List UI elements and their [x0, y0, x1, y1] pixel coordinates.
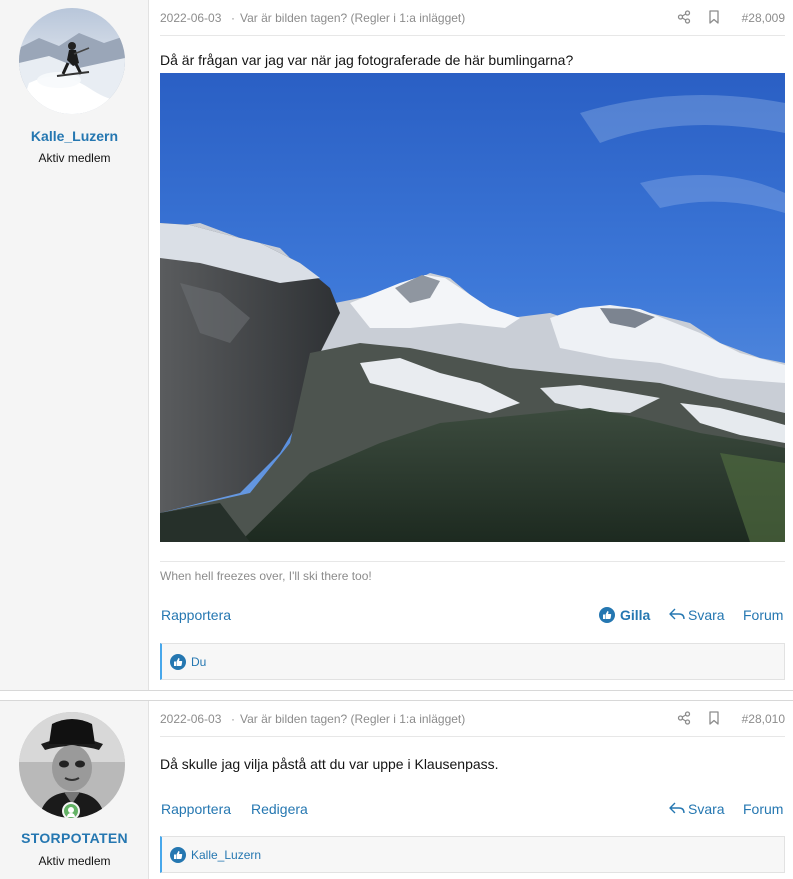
- edit-button[interactable]: Redigera: [251, 801, 308, 817]
- post-28009: Kalle_Luzern Aktiv medlem 2022-06-03 · V…: [0, 0, 793, 690]
- meta-separator: ·: [231, 11, 235, 25]
- reply-button[interactable]: Svara: [669, 801, 725, 817]
- post-body-text: Då är frågan var jag var när jag fotogra…: [160, 52, 574, 68]
- post-body-text: Då skulle jag vilja påstå att du var upp…: [160, 756, 499, 772]
- post-image-mountains[interactable]: [160, 73, 785, 542]
- like-button[interactable]: Gilla: [599, 607, 650, 623]
- online-user-icon: [62, 802, 80, 820]
- report-button[interactable]: Rapportera: [161, 607, 231, 623]
- report-button[interactable]: Rapportera: [161, 801, 231, 817]
- meta-separator: ·: [231, 712, 235, 726]
- signature-divider: [160, 561, 785, 562]
- forum-button[interactable]: Forum: [743, 607, 783, 623]
- reply-label: Svara: [688, 607, 725, 623]
- signature: When hell freezes over, I'll ski there t…: [160, 569, 372, 583]
- user-title: Aktiv medlem: [38, 151, 111, 165]
- post-date[interactable]: 2022-06-03: [160, 11, 221, 25]
- thumbs-up-icon: [599, 607, 615, 623]
- user-cell: STORPOTATEN Aktiv medlem: [0, 701, 149, 879]
- user-title: Aktiv medlem: [38, 854, 111, 868]
- reply-label: Svara: [688, 801, 725, 817]
- reactions-users-link[interactable]: Kalle_Luzern: [191, 848, 261, 862]
- bookmark-icon[interactable]: [708, 10, 720, 24]
- thumbs-up-icon: [170, 847, 186, 863]
- reply-button[interactable]: Svara: [669, 607, 725, 623]
- post-28010: STORPOTATEN Aktiv medlem 2022-06-03 · Va…: [0, 700, 793, 879]
- post-number[interactable]: #28,010: [742, 712, 785, 726]
- like-label: Gilla: [620, 607, 651, 623]
- forum-button[interactable]: Forum: [743, 801, 783, 817]
- post-meta: 2022-06-03 · Var är bilden tagen? (Regle…: [160, 701, 785, 737]
- share-icon[interactable]: [677, 711, 691, 725]
- post-meta: 2022-06-03 · Var är bilden tagen? (Regle…: [160, 0, 785, 36]
- reply-arrow-icon: [669, 607, 685, 623]
- reply-arrow-icon: [669, 801, 685, 817]
- thumbs-up-icon: [170, 654, 186, 670]
- username[interactable]: STORPOTATEN: [0, 830, 149, 846]
- reactions-bar: Du: [160, 643, 785, 680]
- post-separator: [0, 690, 793, 700]
- reactions-users-link[interactable]: Du: [191, 655, 206, 669]
- share-icon[interactable]: [677, 10, 691, 24]
- post-date[interactable]: 2022-06-03: [160, 712, 221, 726]
- post-number[interactable]: #28,009: [742, 11, 785, 25]
- thread-title[interactable]: Var är bilden tagen? (Regler i 1:a inläg…: [240, 11, 465, 25]
- user-cell: Kalle_Luzern Aktiv medlem: [0, 0, 149, 690]
- username[interactable]: Kalle_Luzern: [0, 128, 149, 144]
- reactions-bar: Kalle_Luzern: [160, 836, 785, 873]
- bookmark-icon[interactable]: [708, 711, 720, 725]
- thread-title[interactable]: Var är bilden tagen? (Regler i 1:a inläg…: [240, 712, 465, 726]
- avatar[interactable]: [19, 8, 125, 114]
